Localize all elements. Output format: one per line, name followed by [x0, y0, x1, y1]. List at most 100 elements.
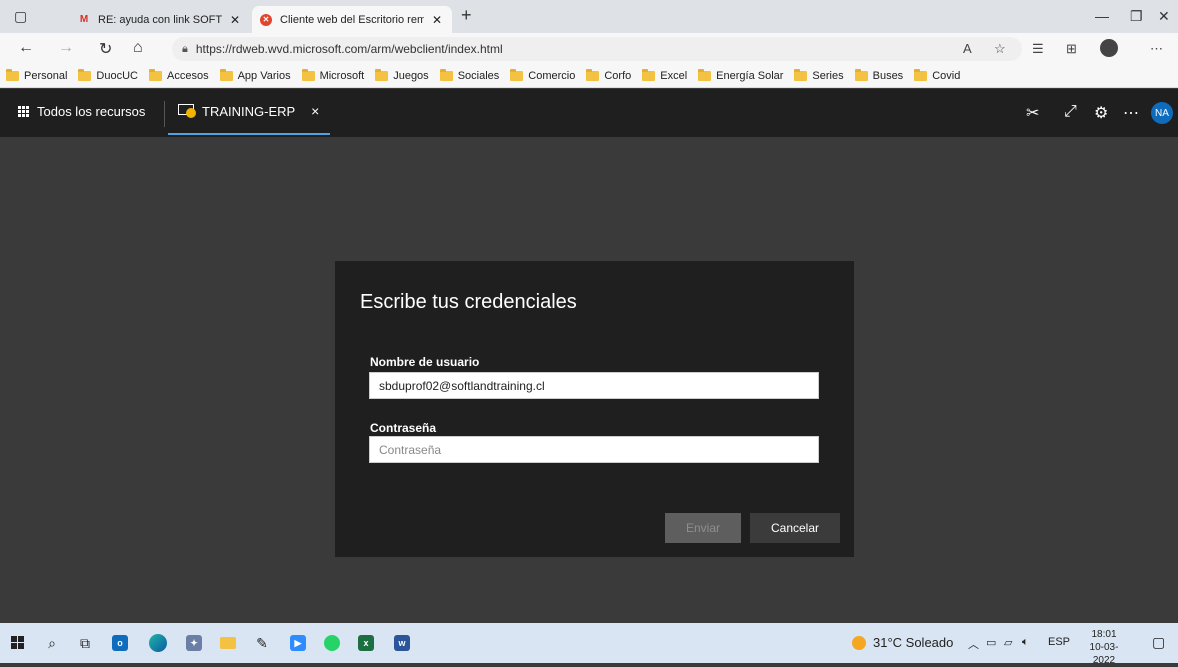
bookmark-item[interactable]: Sociales: [439, 69, 499, 82]
folder-icon: [375, 69, 389, 81]
app-icon[interactable]: ✦: [184, 633, 204, 653]
session-tab-label: TRAINING-ERP: [202, 103, 296, 119]
back-button[interactable]: ←: [18, 39, 34, 57]
close-icon[interactable]: ×: [311, 103, 319, 119]
folder-icon: [642, 69, 656, 81]
minimize-button[interactable]: —: [1095, 8, 1109, 24]
favorite-add-icon[interactable]: ☆: [994, 41, 1006, 57]
chevron-up-icon[interactable]: ︿: [968, 636, 979, 652]
clock[interactable]: 18:01 10-03-2022: [1080, 628, 1128, 667]
fullscreen-icon[interactable]: ⤢: [1064, 103, 1077, 121]
language-indicator[interactable]: ESP: [1048, 636, 1070, 648]
folder-icon: [78, 69, 92, 81]
remote-desktop-icon: ✕: [260, 13, 272, 26]
bookmark-item[interactable]: Corfo: [586, 69, 631, 82]
bookmark-item[interactable]: Buses: [854, 69, 903, 82]
close-icon[interactable]: ✕: [228, 13, 242, 27]
task-view-icon[interactable]: ⧉: [75, 633, 95, 653]
bookmark-item[interactable]: Microsoft: [301, 69, 364, 82]
zoom-icon[interactable]: ▶: [288, 633, 308, 653]
submit-button[interactable]: Enviar: [665, 513, 741, 543]
folder-icon: [6, 69, 19, 81]
refresh-button[interactable]: ↻: [99, 39, 112, 59]
bookmark-item[interactable]: Personal: [6, 69, 67, 82]
sun-icon: [852, 635, 866, 650]
home-button[interactable]: ⌂: [133, 39, 143, 57]
weather-widget[interactable]: 31°C Soleado: [852, 635, 953, 650]
app-icon[interactable]: ✎: [252, 633, 272, 653]
folder-icon: [914, 69, 928, 81]
avatar[interactable]: NA: [1151, 102, 1173, 124]
tab-gmail[interactable]: M RE: ayuda con link SOFTLAND - c ✕: [70, 6, 250, 33]
folder-icon: [698, 69, 712, 81]
taskbar: ⌕ ⧉ o ✦ ✎ ▶ x w 31°C Soleado ︿ ▭ ▱ 🔈︎ ES…: [0, 623, 1178, 666]
windows-start-icon[interactable]: [8, 633, 28, 653]
password-field[interactable]: [369, 436, 819, 463]
volume-icon[interactable]: 🔈︎: [1022, 636, 1029, 649]
bookmark-item[interactable]: Comercio: [510, 69, 575, 82]
favorites-icon[interactable]: ☰: [1032, 41, 1044, 57]
bookmark-item[interactable]: Juegos: [375, 69, 429, 82]
close-window-button[interactable]: ✕: [1158, 8, 1170, 25]
restore-button[interactable]: ❐: [1130, 8, 1143, 25]
battery-icon[interactable]: ▱: [1004, 636, 1012, 649]
desktop-warning-icon: [178, 104, 196, 118]
whatsapp-icon[interactable]: [322, 633, 342, 653]
file-explorer-icon[interactable]: [218, 633, 238, 653]
notification-icon[interactable]: ▢: [1152, 634, 1165, 651]
credentials-dialog: Escribe tus credenciales Nombre de usuar…: [335, 261, 854, 557]
username-label: Nombre de usuario: [370, 355, 480, 369]
profile-avatar[interactable]: [1100, 39, 1118, 57]
session-tab-training-erp[interactable]: TRAINING-ERP ×: [168, 89, 330, 135]
gmail-icon: M: [79, 14, 89, 25]
password-label: Contraseña: [370, 421, 437, 435]
bookmark-item[interactable]: DuocUC: [78, 69, 138, 82]
bookmark-item[interactable]: App Varios: [219, 69, 291, 82]
folder-icon: [219, 69, 233, 81]
search-icon[interactable]: ⌕: [42, 633, 62, 653]
dialog-title: Escribe tus credenciales: [360, 291, 577, 313]
browser-tab-strip: ▢ M RE: ayuda con link SOFTLAND - c ✕ ✕ …: [0, 0, 1178, 33]
folder-icon: [510, 69, 524, 81]
bookmark-item[interactable]: Energía Solar: [698, 69, 783, 82]
rd-header: Todos los recursos TRAINING-ERP × ✂ ⤢ ⚙ …: [0, 89, 1178, 137]
bookmark-item[interactable]: Excel: [642, 69, 687, 82]
url-text: https://rdweb.wvd.microsoft.com/arm/webc…: [195, 42, 503, 56]
new-tab-button[interactable]: +: [461, 5, 472, 26]
network-icon[interactable]: ▭: [986, 636, 996, 649]
divider: [164, 101, 165, 127]
username-field[interactable]: [369, 372, 819, 399]
tab-label: Cliente web del Escritorio remoto: [280, 13, 424, 26]
tab-remote-desktop[interactable]: ✕ Cliente web del Escritorio remoto ✕: [252, 6, 452, 33]
bookmark-item[interactable]: Accesos: [149, 69, 209, 82]
folder-icon: [149, 69, 162, 81]
close-icon[interactable]: ✕: [430, 13, 444, 27]
more-icon[interactable]: ⋯: [1150, 41, 1163, 57]
all-resources-label: Todos los recursos: [37, 104, 146, 119]
weather-text: 31°C Soleado: [873, 635, 954, 650]
outlook-icon[interactable]: o: [110, 633, 130, 653]
folder-icon: [439, 69, 453, 81]
more-icon[interactable]: ⋯: [1123, 103, 1139, 123]
folder-icon: [794, 69, 808, 81]
collections-icon[interactable]: ⊞: [1066, 41, 1077, 57]
forward-button[interactable]: →: [58, 39, 74, 57]
excel-icon[interactable]: x: [356, 633, 376, 653]
folder-icon: [586, 69, 600, 81]
url-field[interactable]: 🔒︎ https://rdweb.wvd.microsoft.com/arm/w…: [172, 37, 1022, 61]
all-resources-button[interactable]: Todos los recursos: [18, 104, 145, 119]
tab-actions-icon[interactable]: ▢: [14, 8, 27, 25]
apps-grid-icon: [18, 106, 29, 117]
settings-gear-icon[interactable]: ⚙: [1094, 103, 1108, 123]
edge-icon[interactable]: [148, 633, 168, 653]
tab-label: RE: ayuda con link SOFTLAND - c: [98, 13, 222, 26]
clock-date: 10-03-2022: [1089, 642, 1119, 666]
word-icon[interactable]: w: [392, 633, 412, 653]
lock-icon: 🔒︎: [182, 42, 188, 55]
bookmark-item[interactable]: Covid: [914, 69, 960, 82]
pin-icon[interactable]: ✂: [1026, 103, 1039, 123]
clock-time: 18:01: [1091, 629, 1117, 640]
bookmark-item[interactable]: Series: [794, 69, 844, 82]
read-aloud-icon[interactable]: A: [963, 41, 972, 56]
cancel-button[interactable]: Cancelar: [750, 513, 840, 543]
